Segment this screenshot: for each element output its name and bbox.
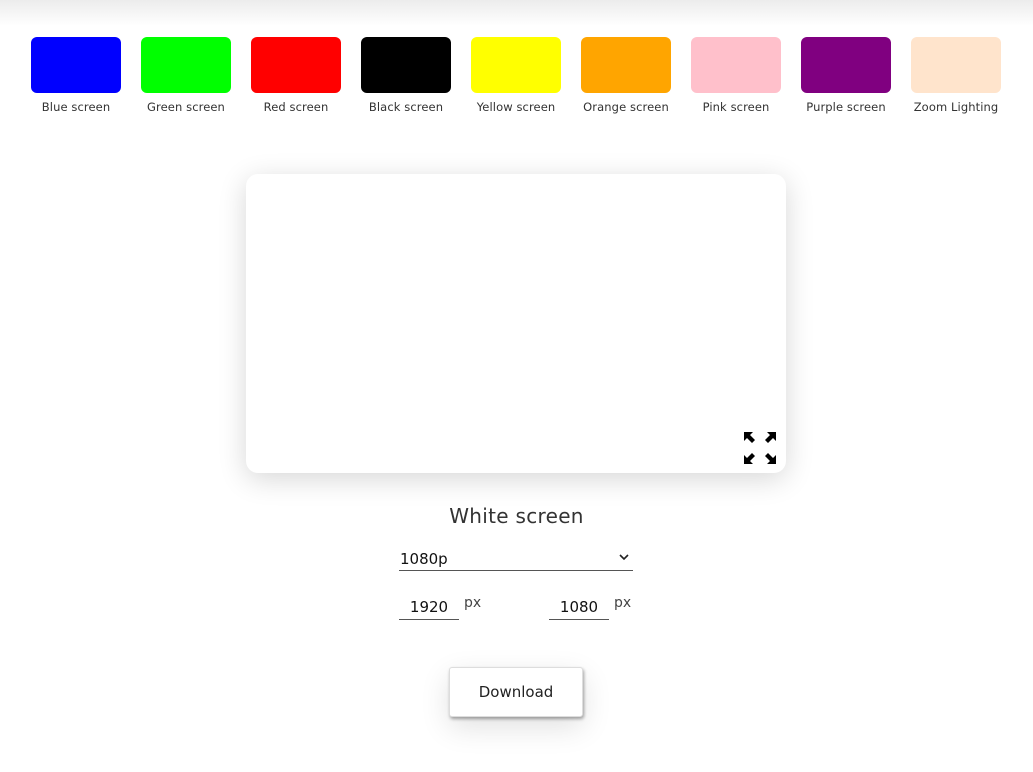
- swatch-pink[interactable]: Pink screen: [691, 37, 781, 114]
- swatch-label: Blue screen: [41, 100, 111, 114]
- swatch-zoom-lighting[interactable]: Zoom Lighting: [911, 37, 1001, 114]
- swatch-color[interactable]: [141, 37, 231, 93]
- swatch-label: Red screen: [263, 100, 329, 114]
- swatch-color[interactable]: [361, 37, 451, 93]
- swatch-red[interactable]: Red screen: [251, 37, 341, 114]
- swatch-color[interactable]: [31, 37, 121, 93]
- swatch-yellow[interactable]: Yellow screen: [471, 37, 561, 114]
- header-shadow: [0, 0, 1033, 26]
- height-input[interactable]: [549, 594, 609, 620]
- swatch-blue[interactable]: Blue screen: [31, 37, 121, 114]
- swatch-purple[interactable]: Purple screen: [801, 37, 891, 114]
- swatch-color[interactable]: [801, 37, 891, 93]
- resolution-value: 1080p: [400, 550, 448, 568]
- swatch-color[interactable]: [911, 37, 1001, 93]
- swatch-color[interactable]: [691, 37, 781, 93]
- expand-arrows-icon: [744, 432, 776, 464]
- swatch-green[interactable]: Green screen: [141, 37, 231, 114]
- color-preview: [246, 174, 786, 473]
- swatch-label: Green screen: [147, 100, 225, 114]
- swatch-color[interactable]: [581, 37, 671, 93]
- height-unit-label: px: [614, 595, 632, 611]
- swatch-black[interactable]: Black screen: [361, 37, 451, 114]
- swatch-color[interactable]: [251, 37, 341, 93]
- download-button[interactable]: Download: [449, 667, 583, 717]
- swatch-label: Purple screen: [806, 100, 886, 114]
- swatch-color[interactable]: [471, 37, 561, 93]
- swatch-label: Zoom Lighting: [913, 100, 999, 114]
- width-unit-label: px: [464, 595, 482, 611]
- fullscreen-button[interactable]: [743, 431, 777, 465]
- color-swatch-list: Blue screen Green screen Red screen Blac…: [31, 37, 1001, 114]
- swatch-label: Orange screen: [583, 100, 669, 114]
- selected-color-title: White screen: [449, 504, 584, 528]
- width-input[interactable]: [399, 594, 459, 620]
- swatch-label: Pink screen: [702, 100, 770, 114]
- chevron-down-icon: [619, 551, 629, 565]
- swatch-orange[interactable]: Orange screen: [581, 37, 671, 114]
- resolution-select[interactable]: 1080p: [399, 549, 633, 571]
- swatch-label: Black screen: [368, 100, 444, 114]
- swatch-label: Yellow screen: [476, 100, 556, 114]
